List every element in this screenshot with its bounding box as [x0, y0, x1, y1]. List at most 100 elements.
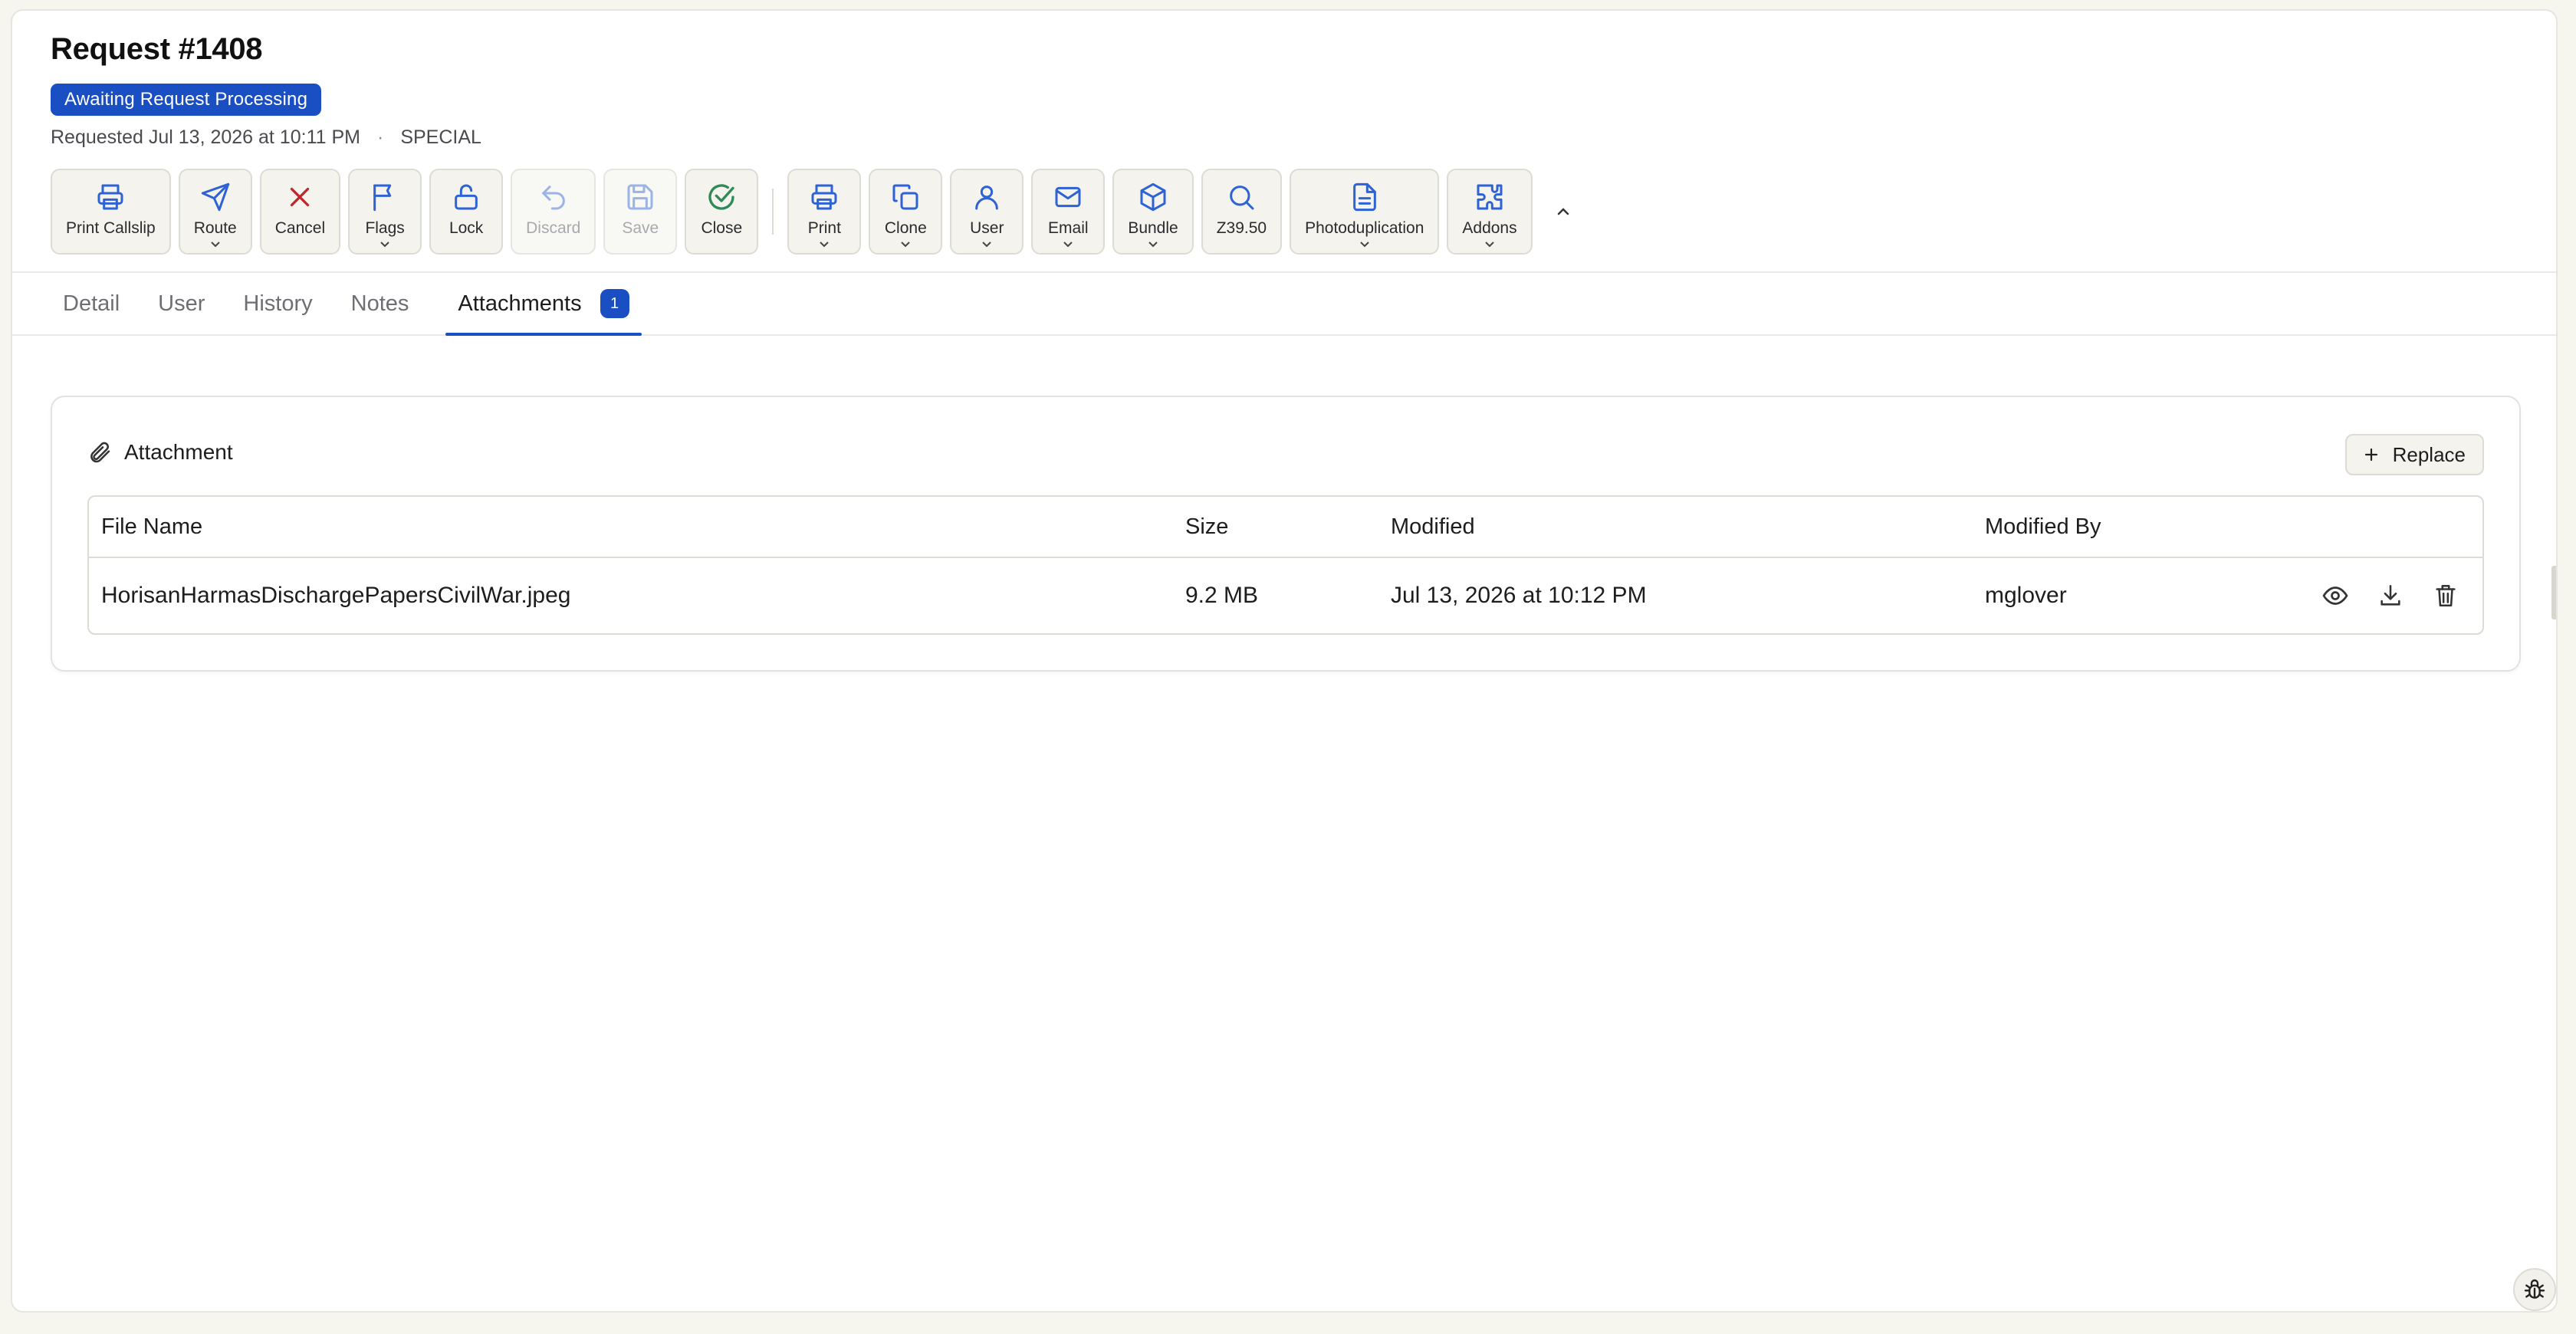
file-text-icon: [1349, 181, 1381, 213]
user-icon: [971, 181, 1003, 213]
x-icon: [284, 181, 316, 213]
file-size-cell: 9.2 MB: [1185, 583, 1259, 608]
chevron-down-icon: [211, 242, 220, 248]
chevron-down-icon: [1360, 242, 1369, 248]
lock-label: Lock: [449, 219, 484, 237]
request-meta: Requested Jul 13, 2026 at 10:11 PM · SPE…: [51, 127, 2518, 149]
tab-detail[interactable]: Detail: [51, 273, 146, 334]
flag-icon: [369, 181, 401, 213]
close-button[interactable]: Close: [685, 169, 759, 255]
route-button[interactable]: Route: [178, 169, 252, 255]
discard-label: Discard: [526, 219, 581, 237]
check-circle-icon: [705, 181, 738, 213]
file-name-cell: HorisanHarmasDischargePapersCivilWar.jpe…: [101, 583, 571, 608]
chevron-down-icon: [901, 242, 911, 248]
email-button[interactable]: Email: [1031, 169, 1106, 255]
addons-button[interactable]: Addons: [1447, 169, 1533, 255]
table-header-row: File Name Size Modified Modified By: [89, 497, 2482, 558]
chevron-down-icon: [982, 242, 992, 248]
undo-icon: [537, 181, 570, 213]
requested-date: Requested Jul 13, 2026 at 10:11 PM: [51, 127, 360, 148]
chevron-down-icon: [1485, 242, 1494, 248]
attachments-table: File Name Size Modified Modified By Hori…: [87, 495, 2484, 635]
modified-cell: Jul 13, 2026 at 10:12 PM: [1391, 583, 1647, 608]
plus-icon: [2364, 448, 2377, 462]
attachment-card-header: Attachment: [87, 440, 233, 465]
tab-user[interactable]: User: [146, 273, 231, 334]
replace-button[interactable]: Replace: [2344, 434, 2484, 475]
photoduplication-button[interactable]: Photoduplication: [1290, 169, 1440, 255]
attachments-count-badge: 1: [600, 289, 629, 318]
save-icon: [624, 181, 656, 213]
email-label: Email: [1048, 219, 1089, 237]
eye-icon: [2322, 586, 2348, 605]
table-row: HorisanHarmasDischargePapersCivilWar.jpe…: [89, 558, 2482, 633]
cancel-label: Cancel: [274, 219, 326, 237]
collapse-toolbar-button[interactable]: [1548, 169, 1579, 255]
z3950-button[interactable]: Z39.50: [1201, 169, 1283, 255]
lock-button[interactable]: Lock: [429, 169, 504, 255]
delete-button[interactable]: [2430, 580, 2461, 611]
tab-attachments-label: Attachments: [458, 291, 582, 316]
bundle-label: Bundle: [1128, 219, 1178, 237]
replace-label: Replace: [2392, 442, 2466, 466]
request-type: SPECIAL: [400, 127, 481, 148]
photoduplication-label: Photoduplication: [1305, 219, 1424, 237]
printer-icon: [808, 181, 840, 213]
copy-icon: [889, 181, 922, 213]
chevron-down-icon: [1063, 242, 1073, 248]
user-label: User: [970, 219, 1004, 237]
print-label: Print: [807, 219, 841, 237]
bug-icon: [2524, 1279, 2545, 1299]
flags-button[interactable]: Flags: [348, 169, 422, 255]
meta-separator: ·: [376, 127, 384, 148]
save-button[interactable]: Save: [603, 169, 678, 255]
column-header-file-name: File Name: [101, 514, 203, 539]
toolbar-divider: [772, 189, 774, 235]
action-toolbar: Print Callslip Route Cancel Flags Lock D…: [12, 169, 2556, 255]
chevron-up-icon: [1557, 208, 1569, 215]
bundle-button[interactable]: Bundle: [1112, 169, 1194, 255]
print-button[interactable]: Print: [787, 169, 862, 255]
status-badge: Awaiting Request Processing: [51, 84, 322, 116]
clone-label: Clone: [884, 219, 927, 237]
debug-button[interactable]: [2513, 1268, 2556, 1311]
search-icon: [1225, 181, 1257, 213]
save-label: Save: [622, 219, 659, 237]
row-actions: [2320, 580, 2461, 611]
modified-by-cell: mglover: [1985, 583, 2067, 608]
side-panel-handle[interactable]: [2551, 566, 2556, 619]
trash-icon: [2436, 584, 2456, 607]
chevron-down-icon: [380, 242, 389, 248]
column-header-size: Size: [1185, 514, 1229, 539]
user-button[interactable]: User: [950, 169, 1024, 255]
unlock-icon: [450, 181, 482, 213]
route-label: Route: [193, 219, 237, 237]
download-button[interactable]: [2375, 580, 2406, 611]
print-callslip-button[interactable]: Print Callslip: [51, 169, 171, 255]
send-icon: [199, 181, 232, 213]
tab-attachments[interactable]: Attachments 1: [445, 273, 642, 336]
request-tabs: Detail User History Notes Attachments 1: [12, 271, 2556, 336]
flags-label: Flags: [365, 219, 405, 237]
column-header-modified: Modified: [1391, 514, 1475, 539]
view-button[interactable]: [2320, 580, 2351, 611]
chevron-down-icon: [820, 242, 830, 248]
discard-button[interactable]: Discard: [511, 169, 596, 255]
cancel-button[interactable]: Cancel: [259, 169, 341, 255]
request-page: Request #1408 Awaiting Request Processin…: [11, 9, 2558, 1313]
request-header: Request #1408 Awaiting Request Processin…: [12, 11, 2556, 149]
tab-history[interactable]: History: [231, 273, 338, 334]
clone-button[interactable]: Clone: [869, 169, 943, 255]
printer-icon: [94, 181, 127, 213]
column-header-modified-by: Modified By: [1985, 514, 2101, 539]
package-icon: [1137, 181, 1169, 213]
paperclip-icon: [90, 442, 110, 463]
download-icon: [2380, 584, 2400, 606]
mail-icon: [1052, 181, 1084, 213]
puzzle-icon: [1474, 181, 1506, 213]
tab-notes[interactable]: Notes: [339, 273, 435, 334]
z3950-label: Z39.50: [1216, 219, 1267, 237]
close-label: Close: [701, 219, 743, 237]
attachment-card: Attachment Replace File Name Size Modifi…: [51, 396, 2521, 672]
